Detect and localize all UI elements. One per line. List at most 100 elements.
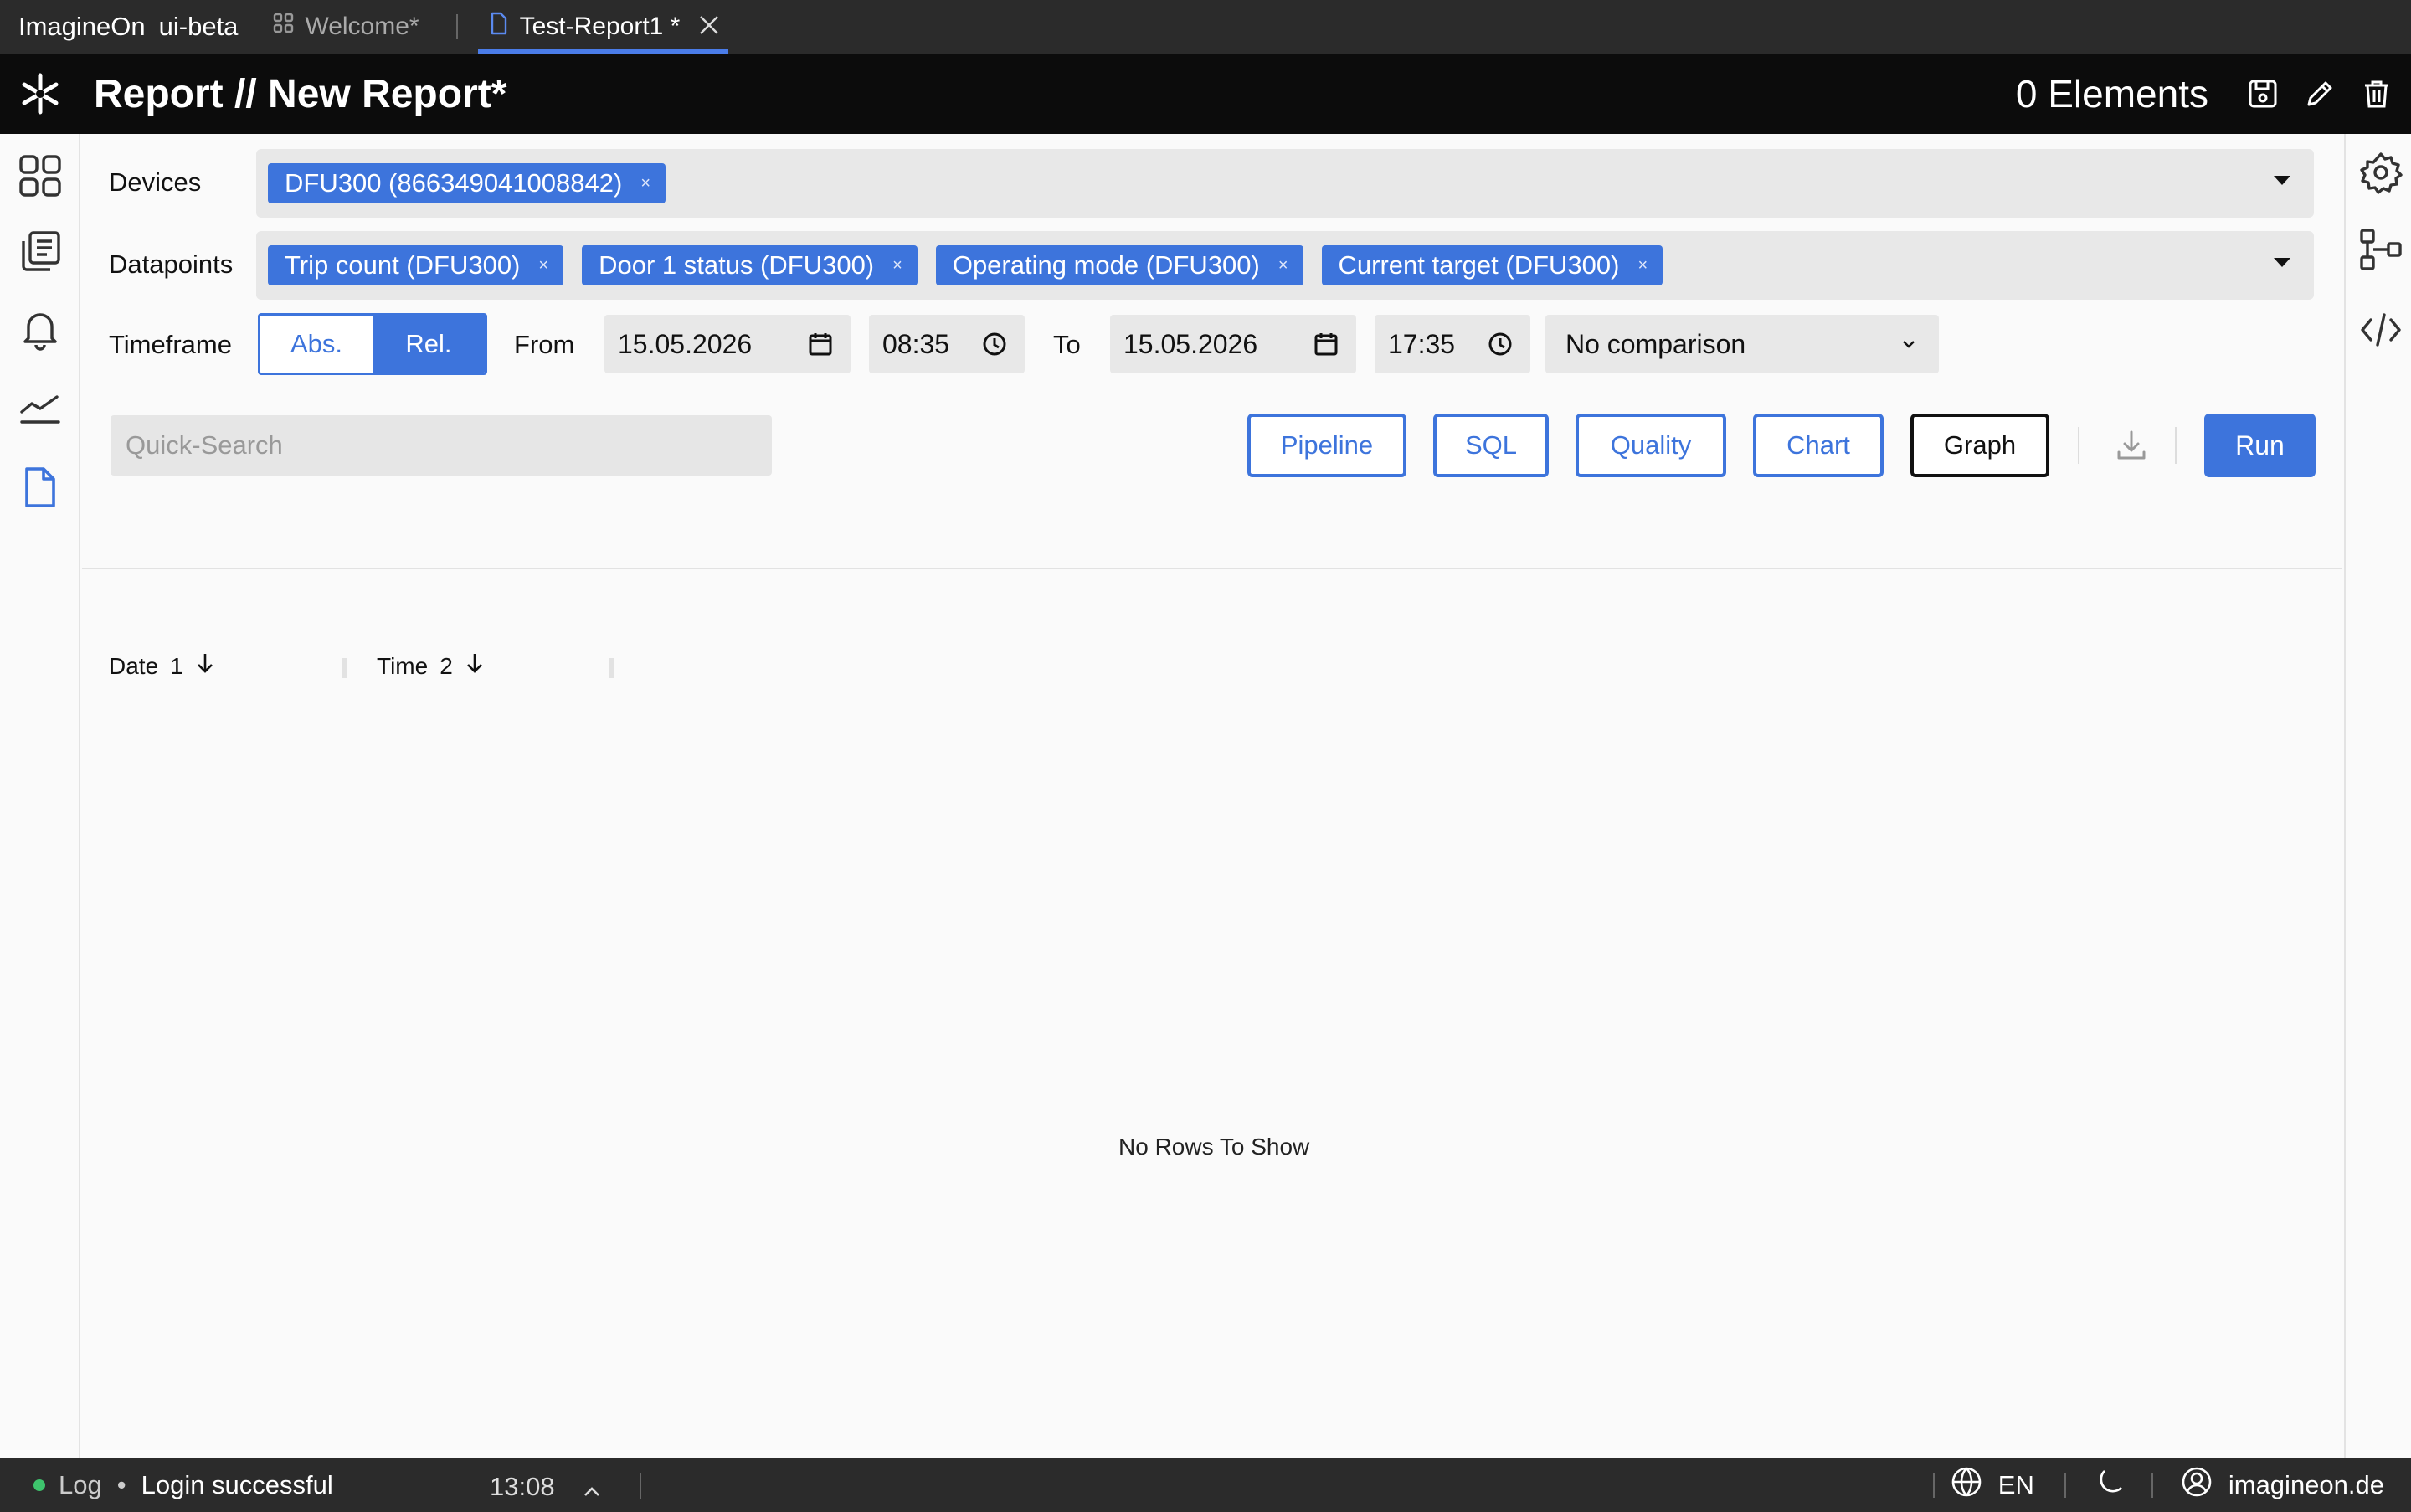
device-chip-label: DFU300 (866349041008842) xyxy=(285,168,623,198)
app-brand: ImagineOn ui-beta xyxy=(18,12,238,42)
column-header-label: Time xyxy=(377,652,429,679)
sort-index: 1 xyxy=(170,652,183,679)
globe-icon[interactable] xyxy=(1950,1465,1983,1505)
status-actions: EN imagineon.de xyxy=(1932,1458,2384,1512)
chart-line-icon[interactable] xyxy=(17,385,64,432)
chip-remove-icon[interactable]: × xyxy=(1637,256,1648,275)
calendar-icon[interactable] xyxy=(805,329,835,359)
right-sidebar xyxy=(2344,134,2411,1458)
column-header-date[interactable]: Date 1 xyxy=(109,651,215,681)
sort-index: 2 xyxy=(440,652,453,679)
chevron-up-icon[interactable] xyxy=(582,1477,602,1507)
from-time-input[interactable]: 08:35 xyxy=(869,315,1025,373)
status-dot-icon xyxy=(33,1479,45,1491)
hierarchy-icon[interactable] xyxy=(2357,226,2404,273)
datapoint-chip-label: Trip count (DFU300) xyxy=(285,250,521,280)
account-name[interactable]: imagineon.de xyxy=(2229,1470,2384,1500)
from-time-value: 08:35 xyxy=(882,328,950,359)
page-header: Report // New Report* 0 Elements xyxy=(0,54,2411,134)
datapoint-chip: Door 1 status (DFU300) × xyxy=(582,245,918,285)
datapoint-chip-label: Operating mode (DFU300) xyxy=(952,250,1260,280)
chip-remove-icon[interactable]: × xyxy=(1278,256,1288,275)
download-icon[interactable] xyxy=(2113,427,2150,464)
bell-icon[interactable] xyxy=(17,306,64,353)
report-document-icon[interactable] xyxy=(17,464,64,511)
to-time-value: 17:35 xyxy=(1388,328,1456,359)
status-divider xyxy=(1932,1473,1935,1498)
table-header-divider xyxy=(82,568,2342,569)
device-chip: DFU300 (866349041008842) × xyxy=(268,163,666,203)
toolbar-divider xyxy=(2175,427,2177,464)
chevron-down-icon[interactable] xyxy=(2274,258,2290,267)
status-divider xyxy=(2064,1473,2066,1498)
datapoint-chip-label: Current target (DFU300) xyxy=(1338,250,1620,280)
column-header-time[interactable]: Time 2 xyxy=(377,651,485,681)
breadcrumb-section: Report xyxy=(94,71,224,116)
run-button[interactable]: Run xyxy=(2204,414,2316,477)
graph-button[interactable]: Graph xyxy=(1910,414,2049,477)
left-sidebar xyxy=(0,134,80,1458)
log-button[interactable]: Log xyxy=(59,1470,102,1500)
to-time-input[interactable]: 17:35 xyxy=(1375,315,1530,373)
to-date-value: 15.05.2026 xyxy=(1123,328,1258,359)
collection-icon[interactable] xyxy=(17,228,64,275)
header-actions: 0 Elements xyxy=(2016,54,2394,134)
chevron-down-icon[interactable] xyxy=(2274,176,2290,185)
toolbar-divider xyxy=(2078,427,2079,464)
quality-button[interactable]: Quality xyxy=(1576,414,1726,477)
pipeline-button[interactable]: Pipeline xyxy=(1247,414,1406,477)
logo-icon[interactable] xyxy=(15,69,65,119)
chip-remove-icon[interactable]: × xyxy=(892,256,902,275)
breadcrumb-separator: // xyxy=(234,71,257,116)
from-label: From xyxy=(514,330,575,359)
from-date-input[interactable]: 15.05.2026 xyxy=(604,315,851,373)
document-icon xyxy=(490,12,508,42)
tab-bar: ImagineOn ui-beta Welcome* Test-Report1 … xyxy=(0,0,2411,54)
arrow-down-icon xyxy=(465,651,485,681)
timeframe-label: Timeframe xyxy=(109,330,232,359)
edit-icon[interactable] xyxy=(2302,76,2337,111)
chip-remove-icon[interactable]: × xyxy=(538,256,548,275)
comparison-select[interactable]: No comparison xyxy=(1545,315,1939,373)
settings-gear-icon[interactable] xyxy=(2357,149,2404,196)
chevron-down-icon[interactable] xyxy=(1894,329,1924,359)
datapoints-label: Datapoints xyxy=(109,249,234,279)
chart-button[interactable]: Chart xyxy=(1753,414,1884,477)
devices-select[interactable]: DFU300 (866349041008842) × xyxy=(256,149,2314,218)
from-date-value: 15.05.2026 xyxy=(618,328,753,359)
chip-remove-icon[interactable]: × xyxy=(640,174,650,193)
calendar-icon[interactable] xyxy=(1311,329,1341,359)
tab-test-report-label: Test-Report1 * xyxy=(519,13,681,40)
quick-search-input[interactable]: Quick-Search xyxy=(111,415,772,476)
tab-test-report[interactable]: Test-Report1 * xyxy=(477,0,729,54)
language-selector[interactable]: EN xyxy=(1998,1470,2034,1500)
sql-button[interactable]: SQL xyxy=(1433,414,1549,477)
datapoints-select[interactable]: Trip count (DFU300) × Door 1 status (DFU… xyxy=(256,231,2314,300)
column-resize-handle[interactable] xyxy=(609,658,614,678)
moon-icon[interactable] xyxy=(2093,1466,2125,1504)
delete-icon[interactable] xyxy=(2359,76,2394,111)
timeframe-absolute-button[interactable]: Abs. xyxy=(260,316,373,373)
clock-icon[interactable] xyxy=(1485,329,1515,359)
app-env: ui-beta xyxy=(158,12,239,41)
datapoint-chip: Trip count (DFU300) × xyxy=(268,245,564,285)
status-bar: Log • Login successful 13:08 EN imagineo… xyxy=(0,1458,2411,1512)
dashboard-icon[interactable] xyxy=(17,152,64,199)
datapoint-chip: Current target (DFU300) × xyxy=(1321,245,1663,285)
user-circle-icon[interactable] xyxy=(2180,1465,2213,1505)
timeframe-toggle: Abs. Rel. xyxy=(258,313,487,375)
empty-table-message: No Rows To Show xyxy=(1118,1134,1310,1160)
clock-icon[interactable] xyxy=(979,329,1010,359)
datapoint-chip-label: Door 1 status (DFU300) xyxy=(599,250,875,280)
tab-divider xyxy=(455,14,458,39)
app-name: ImagineOn xyxy=(18,12,146,41)
column-resize-handle[interactable] xyxy=(342,658,347,678)
tab-welcome[interactable]: Welcome* xyxy=(273,0,419,54)
status-bullet: • xyxy=(116,1470,126,1499)
to-date-input[interactable]: 15.05.2026 xyxy=(1110,315,1356,373)
close-icon[interactable] xyxy=(698,11,720,44)
grid-icon xyxy=(273,13,295,41)
save-icon[interactable] xyxy=(2245,76,2280,111)
code-icon[interactable] xyxy=(2357,306,2404,353)
timeframe-relative-button[interactable]: Rel. xyxy=(373,316,485,373)
